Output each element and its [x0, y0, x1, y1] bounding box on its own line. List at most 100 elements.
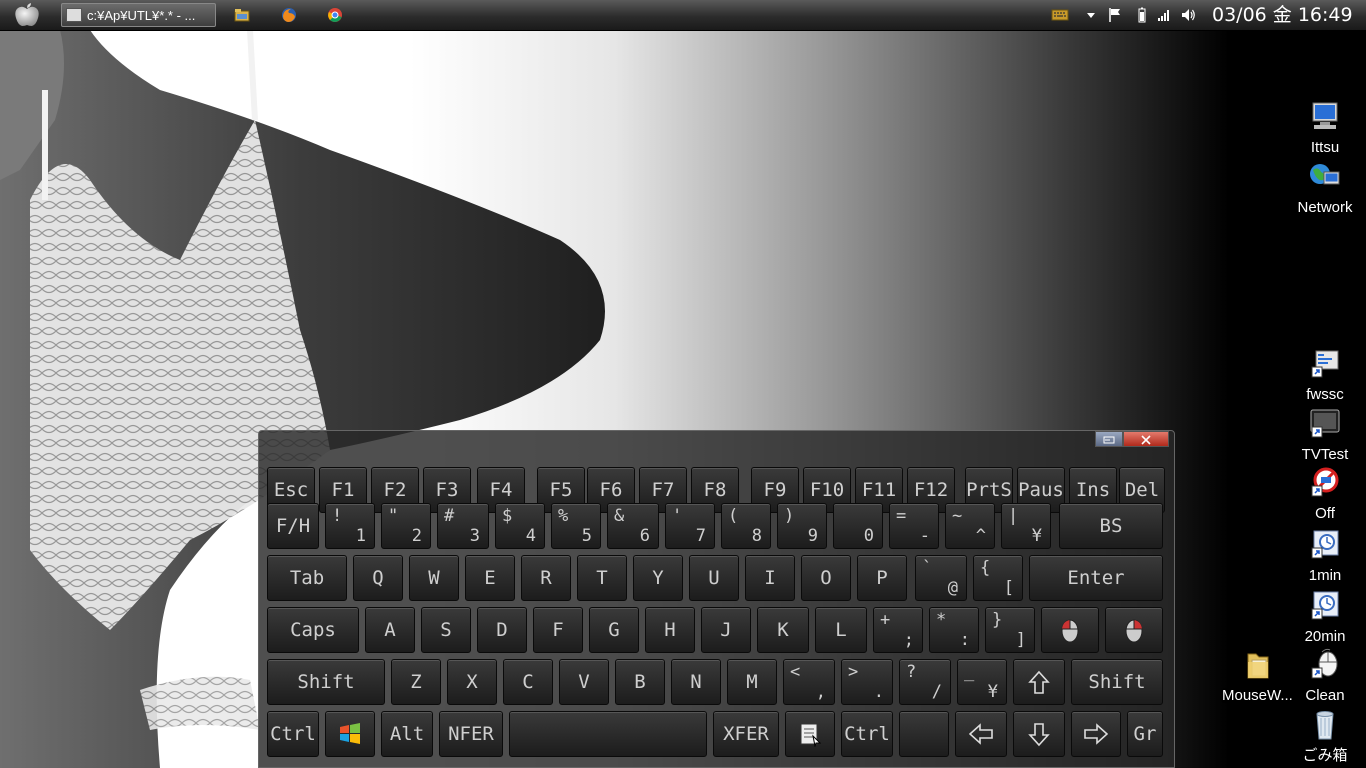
- key-8[interactable]: (8: [721, 503, 771, 549]
- key-mouse-right-click[interactable]: [1105, 607, 1163, 653]
- key-shift[interactable]: Shift: [267, 659, 385, 705]
- key-5[interactable]: % 5: [551, 503, 601, 549]
- key-menu-key[interactable]: [785, 711, 835, 757]
- key-label: K: [777, 619, 789, 641]
- key-[[interactable]: {[: [973, 555, 1023, 601]
- key-mouse-left-click[interactable]: [1041, 607, 1099, 653]
- key-m[interactable]: M: [727, 659, 777, 705]
- key-tab[interactable]: Tab: [267, 555, 347, 601]
- desktop-icon-network[interactable]: Network: [1290, 160, 1360, 216]
- key-f-h[interactable]: F/H: [267, 503, 319, 549]
- key-¥[interactable]: _ ¥: [957, 659, 1007, 705]
- key-9[interactable]: ) 9: [777, 503, 827, 549]
- key-space[interactable]: [509, 711, 707, 757]
- desktop-icon-20min[interactable]: 20min: [1290, 589, 1360, 645]
- key-y[interactable]: Y: [633, 555, 683, 601]
- volume-icon[interactable]: [1180, 7, 1196, 23]
- key-u[interactable]: U: [689, 555, 739, 601]
- desktop-icon-fwssc[interactable]: fwssc: [1290, 347, 1360, 403]
- key-r[interactable]: R: [521, 555, 571, 601]
- key-o[interactable]: O: [801, 555, 851, 601]
- key-e[interactable]: E: [465, 555, 515, 601]
- key-6[interactable]: & 6: [607, 503, 659, 549]
- key-alt[interactable]: Alt: [381, 711, 433, 757]
- key-arrow-down[interactable]: [1013, 711, 1065, 757]
- key-@[interactable]: ` @: [915, 555, 967, 601]
- folder-icon[interactable]: [234, 7, 250, 23]
- key-blank[interactable]: [899, 711, 949, 757]
- key-base-label: 0: [863, 526, 874, 546]
- key-caps[interactable]: Caps: [267, 607, 359, 653]
- chrome-icon[interactable]: [327, 7, 343, 23]
- key-d[interactable]: D: [477, 607, 527, 653]
- key-p[interactable]: P: [857, 555, 907, 601]
- key-arrow-left[interactable]: [955, 711, 1007, 757]
- desktop-icon-ittsu[interactable]: Ittsu: [1290, 100, 1360, 156]
- key-h[interactable]: H: [645, 607, 695, 653]
- minimize-button[interactable]: [1095, 431, 1123, 447]
- key-c[interactable]: C: [503, 659, 553, 705]
- key-.[interactable]: >.: [841, 659, 893, 705]
- key-shift[interactable]: Shift: [1071, 659, 1163, 705]
- key-ctrl[interactable]: Ctrl: [267, 711, 319, 757]
- key-,[interactable]: <,: [783, 659, 835, 705]
- key--[interactable]: = -: [889, 503, 939, 549]
- key-bs[interactable]: BS: [1059, 503, 1163, 549]
- key-j[interactable]: J: [701, 607, 751, 653]
- desktop-icon-tvtest[interactable]: TVTest: [1290, 407, 1360, 463]
- folder-icon: [1247, 653, 1269, 679]
- desktop-icon-clean[interactable]: Clean: [1290, 648, 1360, 704]
- key-1[interactable]: ! 1: [325, 503, 375, 549]
- key-gr[interactable]: Gr: [1127, 711, 1163, 757]
- key-q[interactable]: Q: [353, 555, 403, 601]
- key-l[interactable]: L: [815, 607, 867, 653]
- key-¥[interactable]: | ¥: [1001, 503, 1051, 549]
- key-a[interactable]: A: [365, 607, 415, 653]
- key-n[interactable]: N: [671, 659, 721, 705]
- key-f[interactable]: F: [533, 607, 583, 653]
- key-g[interactable]: G: [589, 607, 639, 653]
- key-2[interactable]: " 2: [381, 503, 431, 549]
- key-t[interactable]: T: [577, 555, 627, 601]
- key-z[interactable]: Z: [391, 659, 441, 705]
- key-:[interactable]: *:: [929, 607, 979, 653]
- keyboard-icon[interactable]: [1051, 7, 1069, 23]
- key-s[interactable]: S: [421, 607, 471, 653]
- key-;[interactable]: +;: [873, 607, 923, 653]
- key-][interactable]: }]: [985, 607, 1035, 653]
- key-^[interactable]: ~ ^: [945, 503, 995, 549]
- key-nfer[interactable]: NFER: [439, 711, 503, 757]
- key-w[interactable]: W: [409, 555, 459, 601]
- key-i[interactable]: I: [745, 555, 795, 601]
- tray-arrow-icon[interactable]: [1086, 7, 1096, 23]
- key-0[interactable]: 0: [833, 503, 883, 549]
- key-4[interactable]: $4: [495, 503, 545, 549]
- key-b[interactable]: B: [615, 659, 665, 705]
- taskbar-window-button[interactable]: c:¥Ap¥UTL¥*.* - ...: [61, 3, 216, 27]
- key-label: F12: [913, 479, 949, 501]
- clock[interactable]: 03/06 金 16:49: [1212, 3, 1353, 27]
- key-k[interactable]: K: [757, 607, 809, 653]
- key-ctrl[interactable]: Ctrl: [841, 711, 893, 757]
- close-button[interactable]: [1123, 431, 1169, 447]
- key-arrow-up[interactable]: [1013, 659, 1065, 705]
- desktop-icon-1min[interactable]: 1min: [1290, 528, 1360, 584]
- signal-icon[interactable]: [1157, 7, 1171, 23]
- key-v[interactable]: V: [559, 659, 609, 705]
- flag-icon[interactable]: [1108, 7, 1122, 23]
- key-x[interactable]: X: [447, 659, 497, 705]
- key-windows-logo[interactable]: [325, 711, 375, 757]
- desktop-icon-off[interactable]: Off: [1290, 466, 1360, 522]
- desktop-icon-recycle-bin[interactable]: ごみ箱: [1290, 708, 1360, 764]
- key-label: R: [540, 567, 552, 589]
- key-enter[interactable]: Enter: [1029, 555, 1163, 601]
- firefox-icon[interactable]: [281, 7, 297, 23]
- battery-icon[interactable]: [1137, 7, 1147, 23]
- key-/[interactable]: ? /: [899, 659, 951, 705]
- key-7[interactable]: ' 7: [665, 503, 715, 549]
- desktop-icon-mousew[interactable]: MouseW...: [1222, 648, 1293, 704]
- apple-logo-icon[interactable]: [10, 2, 44, 28]
- key-arrow-right[interactable]: [1071, 711, 1121, 757]
- key-3[interactable]: #3: [437, 503, 489, 549]
- key-xfer[interactable]: XFER: [713, 711, 779, 757]
